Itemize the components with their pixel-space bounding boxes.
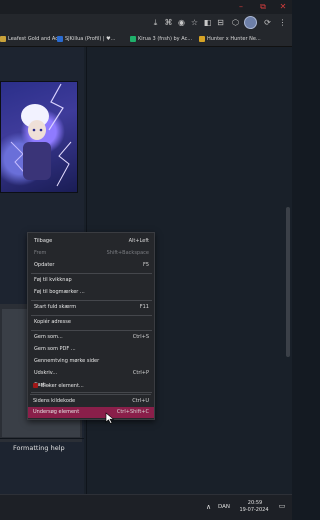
tray-expand-icon[interactable]: ∧ [206,503,211,511]
menu-separator [31,330,152,331]
menu-item-text: Bloker element... [41,383,84,389]
menu-separator [30,394,151,395]
puzzle-icon[interactable]: ⬡ [230,17,241,28]
anime-artwork-image [0,81,78,193]
menu-separator [31,392,152,393]
bookmarks-bar: Leafest Gold and Ac... SJKillua (Profil)… [0,32,292,47]
menu-item-block-element[interactable]: Bloker element... [28,381,154,392]
menu-item-add-quickdial[interactable]: Føj til kvikknap [29,275,154,286]
menu-item-save-as[interactable]: Gem som... Ctrl+S [29,332,154,343]
notification-icon[interactable]: ▭ [277,501,287,511]
mouse-cursor-icon [105,412,115,424]
camera-icon[interactable]: ◉ [176,17,187,28]
menu-item-force-dark[interactable]: Gennemtving mørke sider [29,356,154,367]
menu-item-back[interactable]: Tilbage Alt+Left [29,236,154,247]
menu-item-shortcut: Ctrl+U [132,398,149,404]
menu-item-label: Sidens kildekode [33,398,76,404]
taskbar: ∧ DAN 20:59 19-07-2024 ▭ [0,494,292,520]
menu-item-shortcut: F5 [142,262,149,268]
menu-item-save-pdf[interactable]: Gem som PDF ... [29,344,154,355]
menu-item-label: Start fuld skærm [34,304,77,310]
minimize-button[interactable]: – [234,1,248,12]
menu-item-label: Gem som... [34,334,63,340]
bookmark-label: Kirua 3 (fnsh) by Ac... [138,36,193,42]
extension2-icon[interactable]: ⊟ [215,17,226,28]
menu-item-fullscreen[interactable]: Start fuld skærm F11 [29,302,154,313]
title-bar: – ⧉ ✕ [0,0,292,14]
menu-item-forward[interactable]: Frem Shift+Backspace [29,248,154,259]
bookmark-item[interactable]: SJKillua (Profil) | ♥... [57,34,115,45]
browser-window: – ⧉ ✕ ⤓ ⌘ ◉ ☆ ◧ ⊟ ⬡ ⟳ ⋮ Leafest Gold and… [0,0,292,520]
bookmark-icon [199,35,205,42]
extension-icon[interactable]: ◧ [202,17,213,28]
clock-time[interactable]: 20:59 [242,500,268,506]
close-button[interactable]: ✕ [276,1,290,12]
divider [0,438,84,439]
menu-item-reload[interactable]: Opdater F5 [29,260,154,271]
menu-item-shortcut: Ctrl+P [132,370,149,376]
language-indicator[interactable]: DAN [218,504,230,510]
menu-item-label: Frem [34,250,47,256]
menu-item-label: Udskriv... [34,370,58,376]
sync-icon[interactable]: ⟳ [262,17,273,28]
menu-item-shortcut: Alt+Left [128,238,149,244]
lightning-artwork [10,83,72,187]
menu-item-print[interactable]: Udskriv... Ctrl+P [29,368,154,379]
menu-item-label: Tilbage [34,238,53,244]
menu-item-label: Bloker element... [33,381,84,392]
menu-item-label: Kopiér adresse [34,319,71,325]
menu-item-label: Gennemtving mørke sider [34,358,100,364]
menu-item-add-bookmark[interactable]: Føj til bogmærker ... [29,287,154,298]
menu-item-view-source[interactable]: Sidens kildekode Ctrl+U [28,396,154,407]
menu-item-label: Gem som PDF ... [34,346,76,352]
menu-item-label: Undersøg element [33,409,80,415]
menu-item-shortcut: Ctrl+Shift+C [116,409,149,415]
bookmark-item[interactable]: Kirua 3 (fnsh) by Ac... [130,34,192,45]
bookmark-label: SJKillua (Profil) | ♥... [65,36,116,42]
menu-separator [31,300,152,301]
bookmark-icon [0,35,6,42]
restore-button[interactable]: ⧉ [256,1,270,12]
menu-item-shortcut: Shift+Backspace [106,250,149,256]
menu-item-copy-address[interactable]: Kopiér adresse [29,317,154,328]
menu-item-label: Føj til bogmærker ... [34,289,85,295]
menu-item-shortcut: Ctrl+S [132,334,149,340]
bookmark-label: Leafest Gold and Ac... [8,36,63,42]
translate-icon[interactable]: ⌘ [163,17,174,28]
bookmark-icon [57,35,63,42]
bookmark-item[interactable]: Leafest Gold and Ac... [0,34,63,45]
menu-item-label: Føj til kvikknap [34,277,72,283]
download-icon[interactable]: ⤓ [150,17,161,28]
star-icon[interactable]: ☆ [189,17,200,28]
menu-item-shortcut: F11 [139,304,149,310]
clock-date[interactable]: 19-07-2024 [237,507,271,513]
bookmark-item[interactable]: Hunter x Hunter Ne... [199,34,261,45]
menu-separator [31,315,152,316]
bookmark-label: Hunter x Hunter Ne... [207,36,261,42]
formatting-help-link[interactable]: Formatting help [13,444,65,452]
menu-separator [31,273,152,274]
menu-item-inspect[interactable]: Undersøg element Ctrl+Shift+C [28,407,154,418]
ublock-icon [33,383,38,388]
browser-toolbar: ⤓ ⌘ ◉ ☆ ◧ ⊟ ⬡ ⟳ ⋮ [0,14,292,32]
scrollbar[interactable] [286,207,290,357]
menu-item-label: Opdater [34,262,55,268]
profile-avatar[interactable] [244,16,257,29]
bookmark-icon [130,35,136,42]
menu-icon[interactable]: ⋮ [277,17,288,28]
